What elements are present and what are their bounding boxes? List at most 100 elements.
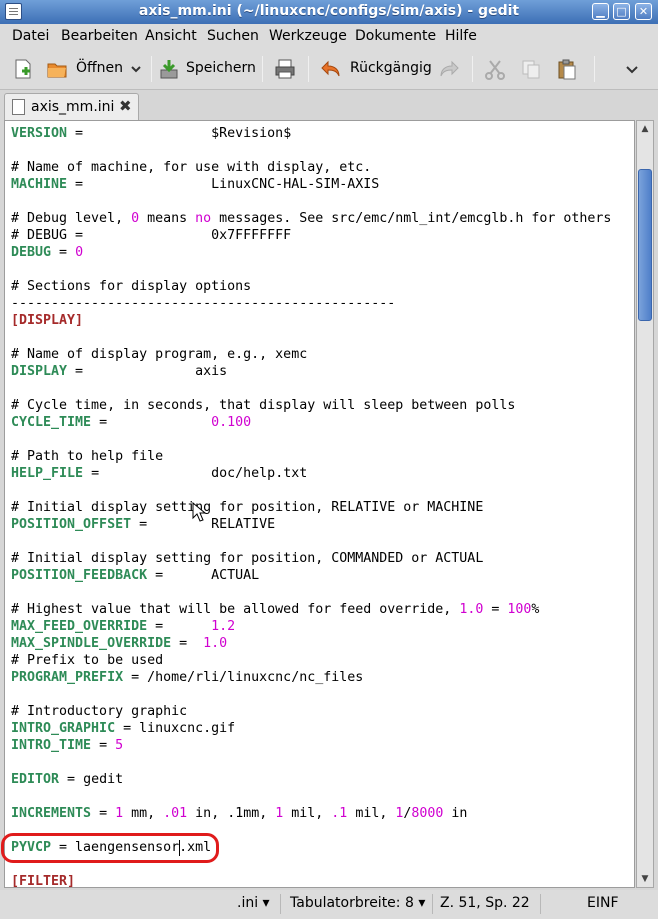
code-line[interactable] xyxy=(11,380,611,397)
code-line[interactable]: VERSION = $Revision$ xyxy=(11,125,611,142)
code-text: # Cycle time, in seconds, that display w… xyxy=(11,398,516,413)
code-line[interactable]: POSITION_FEEDBACK = ACTUAL xyxy=(11,567,611,584)
new-document-icon xyxy=(15,59,31,79)
text-editor[interactable]: VERSION = $Revision$ # Name of machine, f… xyxy=(4,120,635,888)
code-line[interactable]: # Highest value that will be allowed for… xyxy=(11,601,611,618)
undo-button[interactable]: Rückgängig xyxy=(320,56,432,82)
code-text: = xyxy=(147,619,212,634)
cursor-position: Z. 51, Sp. 22 xyxy=(440,895,530,911)
scrollbar-thumb[interactable] xyxy=(638,169,652,321)
code-line[interactable]: # Path to help file xyxy=(11,448,611,465)
code-line[interactable]: POSITION_OFFSET = RELATIVE xyxy=(11,516,611,533)
tab-width-selector[interactable]: Tabulatorbreite: 8 ▾ xyxy=(290,895,425,911)
code-line[interactable] xyxy=(11,584,611,601)
code-line[interactable]: EDITOR = gedit xyxy=(11,771,611,788)
code-line[interactable]: [FILTER] xyxy=(11,873,611,887)
code-line[interactable]: # Initial display setting for position, … xyxy=(11,550,611,567)
code-line[interactable] xyxy=(11,533,611,550)
toolbar-separator xyxy=(262,56,263,82)
save-button[interactable]: Speichern xyxy=(158,56,256,82)
redo-button[interactable] xyxy=(438,56,464,82)
save-label: Speichern xyxy=(186,60,256,76)
code-line[interactable]: # Debug level, 0 means no messages. See … xyxy=(11,210,611,227)
code-line[interactable]: # Name of display program, e.g., xemc xyxy=(11,346,611,363)
code-line[interactable]: INTRO_TIME = 5 xyxy=(11,737,611,754)
ini-key: POSITION_OFFSET xyxy=(11,517,132,532)
code-line[interactable]: # DEBUG = 0x7FFFFFFF xyxy=(11,227,611,244)
code-line[interactable]: # Sections for display options xyxy=(11,278,611,295)
code-text: # Initial display setting for position, … xyxy=(11,551,484,566)
toolbar-separator xyxy=(594,56,595,82)
menu-bearbeiten[interactable]: Bearbeiten xyxy=(61,28,138,44)
toolbar-separator xyxy=(151,56,152,82)
code-line[interactable]: ----------------------------------------… xyxy=(11,295,611,312)
menu-hilfe[interactable]: Hilfe xyxy=(445,28,477,44)
number-literal: 1 xyxy=(115,806,124,821)
code-line[interactable] xyxy=(11,329,611,346)
cut-button[interactable] xyxy=(484,56,510,82)
mouse-pointer-icon xyxy=(192,502,206,522)
code-line[interactable] xyxy=(11,261,611,278)
code-line[interactable] xyxy=(11,686,611,703)
code-line[interactable] xyxy=(11,788,611,805)
paste-button[interactable] xyxy=(556,56,582,82)
code-line[interactable]: INTRO_GRAPHIC = linuxcnc.gif xyxy=(11,720,611,737)
ini-key: DEBUG xyxy=(11,245,52,260)
code-line[interactable]: # Prefix to be used xyxy=(11,652,611,669)
code-line[interactable]: MACHINE = LinuxCNC-HAL-SIM-AXIS xyxy=(11,176,611,193)
code-line[interactable]: # Name of machine, for use with display,… xyxy=(11,159,611,176)
filetype-selector[interactable]: .ini ▾ xyxy=(237,895,270,911)
print-button[interactable] xyxy=(274,56,300,82)
close-tab-icon[interactable]: ✖ xyxy=(119,97,132,115)
tab-axis-mm-ini[interactable]: axis_mm.ini ✖ xyxy=(4,93,139,121)
code-text: # Name of display program, e.g., xemc xyxy=(11,347,308,362)
open-button[interactable]: Öffnen xyxy=(46,56,146,82)
menu-datei[interactable]: Datei xyxy=(12,28,49,44)
menu-dokumente[interactable]: Dokumente xyxy=(355,28,436,44)
code-line[interactable]: DISPLAY = axis xyxy=(11,363,611,380)
menu-werkzeuge[interactable]: Werkzeuge xyxy=(269,28,347,44)
vertical-scrollbar[interactable]: ▲ ▼ xyxy=(636,120,654,888)
scroll-down-arrow-icon[interactable]: ▼ xyxy=(637,871,653,887)
code-line[interactable] xyxy=(11,431,611,448)
scissors-icon xyxy=(485,60,505,80)
number-literal: no xyxy=(195,211,212,226)
menu-suchen[interactable]: Suchen xyxy=(207,28,259,44)
new-document-button[interactable] xyxy=(12,56,38,82)
ini-key: INCREMENTS xyxy=(11,806,92,821)
copy-button[interactable] xyxy=(520,56,546,82)
maximize-button[interactable]: □ xyxy=(613,3,630,20)
chevron-down-icon[interactable] xyxy=(130,58,142,80)
code-line[interactable]: HELP_FILE = doc/help.txt xyxy=(11,465,611,482)
number-literal: 0.100 xyxy=(211,415,252,430)
code-line[interactable]: MAX_FEED_OVERRIDE = 1.2 xyxy=(11,618,611,635)
minimize-button[interactable]: ▁ xyxy=(592,3,609,20)
code-line[interactable]: [DISPLAY] xyxy=(11,312,611,329)
code-content[interactable]: VERSION = $Revision$ # Name of machine, f… xyxy=(11,125,611,887)
code-line[interactable] xyxy=(11,142,611,159)
code-line[interactable] xyxy=(11,754,611,771)
menu-ansicht[interactable]: Ansicht xyxy=(145,28,197,44)
code-text: = xyxy=(171,636,204,651)
code-line[interactable]: PROGRAM_PREFIX = /home/rli/linuxcnc/nc_f… xyxy=(11,669,611,686)
code-text: mm, xyxy=(123,806,164,821)
ini-key: INTRO_TIME xyxy=(11,738,92,753)
code-line[interactable]: DEBUG = 0 xyxy=(11,244,611,261)
open-label: Öffnen xyxy=(76,60,124,76)
code-line[interactable]: CYCLE_TIME = 0.100 xyxy=(11,414,611,431)
toolbar-overflow-button[interactable] xyxy=(624,56,644,82)
toolbar-separator xyxy=(472,56,473,82)
code-text: messages. See src/emc/nml_int/emcglb.h f… xyxy=(211,211,612,226)
code-text: means xyxy=(139,211,196,226)
code-line[interactable]: INCREMENTS = 1 mm, .01 in, .1mm, 1 mil, … xyxy=(11,805,611,822)
scroll-up-arrow-icon[interactable]: ▲ xyxy=(637,121,653,137)
status-divider xyxy=(280,894,281,914)
code-line[interactable] xyxy=(11,193,611,210)
code-line[interactable]: # Cycle time, in seconds, that display w… xyxy=(11,397,611,414)
code-line[interactable]: # Initial display setting for position, … xyxy=(11,499,611,516)
code-line[interactable]: # Introductory graphic xyxy=(11,703,611,720)
close-window-button[interactable]: ✕ xyxy=(635,3,652,20)
code-text: = axis xyxy=(67,364,228,379)
code-line[interactable]: MAX_SPINDLE_OVERRIDE = 1.0 xyxy=(11,635,611,652)
code-line[interactable] xyxy=(11,482,611,499)
